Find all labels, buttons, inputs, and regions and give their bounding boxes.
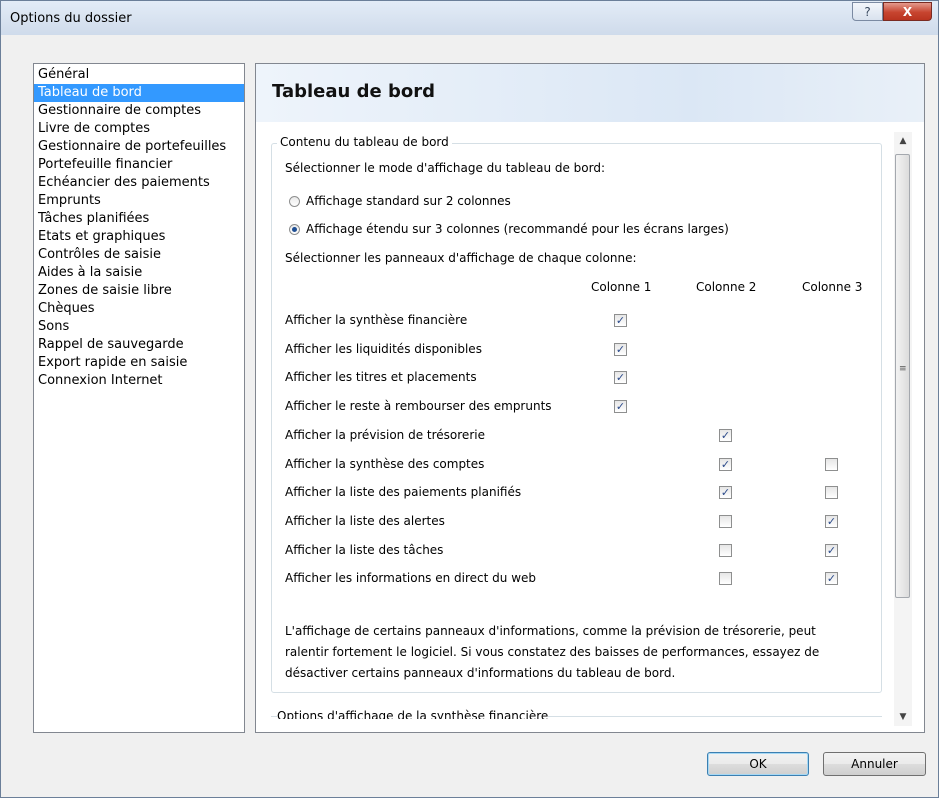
column-checkbox[interactable]	[825, 458, 838, 471]
vertical-scrollbar[interactable]: ▲ ≡ ▼	[894, 132, 912, 726]
panel-row-label: Afficher la synthèse des comptes	[285, 457, 485, 471]
column-header: Colonne 3	[802, 280, 863, 294]
sidebar-item[interactable]: Export rapide en saisie	[34, 354, 244, 372]
grip-icon: ≡	[899, 364, 907, 374]
group-title: Contenu du tableau de bord	[277, 135, 452, 149]
options-category-list[interactable]: Général Tableau de bord Gestionnaire de co…	[33, 63, 245, 733]
column-header: Colonne 2	[696, 280, 757, 294]
help-button[interactable]: ?	[852, 2, 883, 21]
radio-button[interactable]	[289, 196, 300, 207]
note-line: ralentir fortement le logiciel. Si vous …	[285, 645, 820, 659]
column-checkbox[interactable]: ✓	[719, 458, 732, 471]
panels-label: Sélectionner les panneaux d'affichage de…	[285, 251, 637, 265]
column-checkbox[interactable]: ✓	[614, 371, 627, 384]
title-bar[interactable]: Options du dossier ? X	[1, 1, 938, 35]
sidebar-item[interactable]: Gestionnaire de comptes	[34, 102, 244, 120]
sidebar-item[interactable]: Sons	[34, 318, 244, 336]
sidebar-item[interactable]: Aides à la saisie	[34, 264, 244, 282]
performance-note: L'affichage de certains panneaux d'infor…	[285, 621, 845, 684]
radio-label[interactable]: Affichage standard sur 2 colonnes	[306, 194, 511, 208]
column-checkbox[interactable]: ✓	[825, 572, 838, 585]
close-button[interactable]: X	[883, 2, 932, 21]
next-group-title: Options d'affichage de la synthèse finan…	[277, 709, 549, 719]
radio-button[interactable]	[289, 224, 300, 235]
scroll-up-arrow-icon[interactable]: ▲	[894, 132, 912, 150]
sidebar-item[interactable]: Emprunts	[34, 192, 244, 210]
window-title: Options du dossier	[10, 11, 132, 26]
panel-row-label: Afficher le reste à rembourser des empru…	[285, 399, 552, 413]
sidebar-item[interactable]: Livre de comptes	[34, 120, 244, 138]
note-line: L'affichage de certains panneaux d'infor…	[285, 624, 816, 638]
column-checkbox[interactable]	[719, 515, 732, 528]
note-line: désactiver certains panneaux d'informati…	[285, 666, 676, 680]
sidebar-item[interactable]: Connexion Internet	[34, 372, 244, 390]
options-dialog: Options du dossier ? X Général Tableau de…	[0, 0, 939, 798]
panel-row-label: Afficher la prévision de trésorerie	[285, 428, 485, 442]
panel-row-label: Afficher la liste des paiements planifié…	[285, 485, 522, 499]
sidebar-item[interactable]: Echéancier des paiements	[34, 174, 244, 192]
sidebar-item[interactable]: Rappel de sauvegarde	[34, 336, 244, 354]
column-header: Colonne 1	[591, 280, 652, 294]
sidebar-item[interactable]: Tableau de bord	[34, 84, 244, 102]
column-checkbox[interactable]	[719, 572, 732, 585]
column-checkbox[interactable]	[825, 486, 838, 499]
mode-label: Sélectionner le mode d'affichage du tabl…	[285, 161, 606, 175]
sidebar-item[interactable]: Zones de saisie libre	[34, 282, 244, 300]
column-checkbox[interactable]	[719, 544, 732, 557]
column-checkbox[interactable]: ✓	[825, 515, 838, 528]
column-checkbox[interactable]: ✓	[825, 544, 838, 557]
ok-button[interactable]: OK	[707, 752, 809, 776]
panel-row-label: Afficher les informations en direct du w…	[285, 571, 537, 585]
column-checkbox[interactable]: ✓	[719, 429, 732, 442]
column-checkbox[interactable]: ✓	[614, 314, 627, 327]
sidebar-item[interactable]: Gestionnaire de portefeuilles	[34, 138, 244, 156]
sidebar-item[interactable]: Tâches planifiées	[34, 210, 244, 228]
scroll-thumb[interactable]: ≡	[895, 154, 910, 598]
panel-row-label: Afficher la liste des alertes	[285, 514, 445, 528]
column-checkbox[interactable]: ✓	[614, 343, 627, 356]
panel-header: Tableau de bord	[256, 64, 924, 122]
column-checkbox[interactable]: ✓	[719, 486, 732, 499]
options-content-panel: Tableau de bord Contenu du tableau de bo…	[255, 63, 925, 733]
sidebar-item[interactable]: Général	[34, 66, 244, 84]
panel-title: Tableau de bord	[272, 81, 435, 102]
scroll-down-arrow-icon[interactable]: ▼	[894, 708, 912, 726]
sidebar-item[interactable]: Chèques	[34, 300, 244, 318]
panel-row-label: Afficher les titres et placements	[285, 370, 477, 384]
column-checkbox[interactable]: ✓	[614, 400, 627, 413]
cancel-button[interactable]: Annuler	[823, 752, 926, 776]
panel-row-label: Afficher la synthèse financière	[285, 313, 468, 327]
sidebar-item[interactable]: Contrôles de saisie	[34, 246, 244, 264]
radio-label[interactable]: Affichage étendu sur 3 colonnes (recomma…	[306, 222, 729, 236]
sidebar-item[interactable]: Etats et graphiques	[34, 228, 244, 246]
panel-row-label: Afficher la liste des tâches	[285, 543, 444, 557]
sidebar-item[interactable]: Portefeuille financier	[34, 156, 244, 174]
panel-row-label: Afficher les liquidités disponibles	[285, 342, 482, 356]
